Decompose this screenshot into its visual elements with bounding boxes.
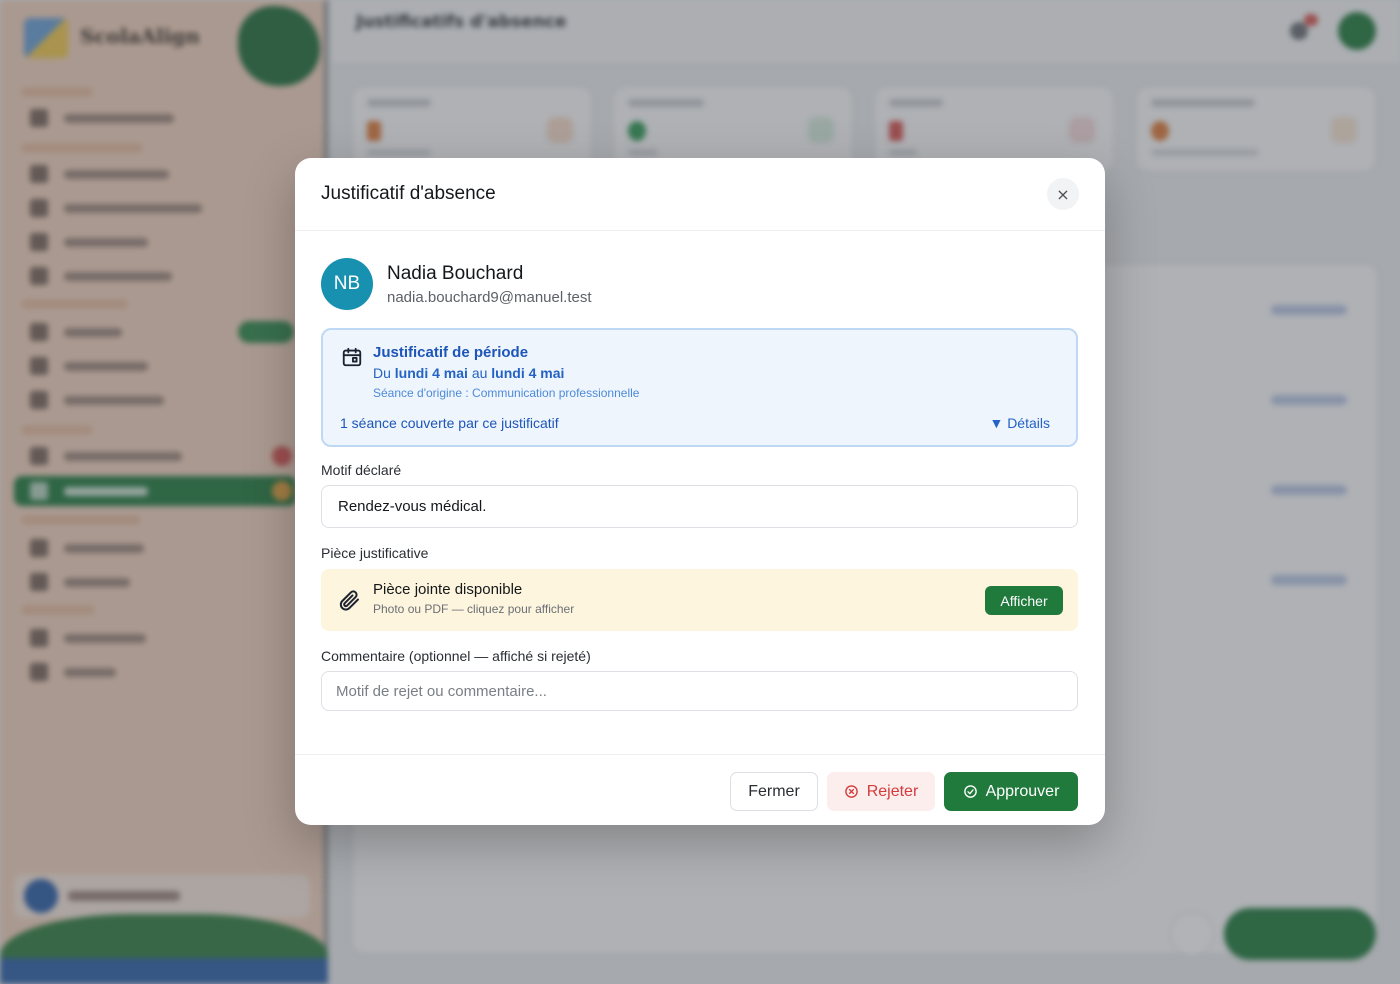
motif-label: Motif déclaré: [321, 462, 402, 478]
close-button-label: Fermer: [748, 782, 800, 800]
details-toggle[interactable]: ▼ Détails: [989, 415, 1050, 431]
sessions-covered: 1 séance couverte par ce justificatif: [340, 415, 559, 431]
calendar-icon: [342, 347, 362, 367]
motif-value: Rendez-vous médical.: [321, 485, 1078, 528]
close-icon[interactable]: ×: [1047, 178, 1079, 210]
paperclip-icon: [339, 590, 359, 611]
range-prefix: Du: [373, 365, 391, 381]
comment-input[interactable]: [321, 671, 1078, 711]
show-attachment-button[interactable]: Afficher: [985, 586, 1063, 615]
approve-button-label: Approuver: [985, 782, 1060, 800]
period-range: Du lundi 4 mai au lundi 4 mai: [373, 365, 564, 381]
attachment-card: Pièce jointe disponible Photo ou PDF — c…: [321, 569, 1078, 631]
period-title: Justificatif de période: [373, 344, 529, 361]
range-middle: au: [471, 365, 488, 381]
reject-icon: [844, 785, 858, 798]
origin-session: Séance d'origine : Communication profess…: [373, 386, 640, 400]
absence-justification-modal: Justificatif d'absence × NB Nadia Boucha…: [295, 158, 1105, 825]
avatar: NB: [321, 258, 373, 310]
range-start: lundi 4 mai: [394, 365, 468, 381]
student-name: Nadia Bouchard: [387, 262, 524, 284]
approve-icon: [963, 785, 977, 798]
modal-header: Justificatif d'absence: [295, 158, 1105, 231]
modal-title: Justificatif d'absence: [321, 183, 496, 204]
modal-footer: Fermer Rejeter Approuver: [295, 754, 1105, 825]
range-end: lundi 4 mai: [491, 365, 565, 381]
student-info: NB Nadia Bouchard nadia.bouchard9@manuel…: [321, 258, 592, 310]
period-card: Justificatif de période Du lundi 4 mai a…: [321, 328, 1078, 447]
approve-button[interactable]: Approuver: [944, 772, 1078, 811]
attachment-title: Pièce jointe disponible: [373, 581, 523, 598]
attachment-subtitle: Photo ou PDF — cliquez pour afficher: [373, 602, 575, 616]
close-button[interactable]: Fermer: [730, 772, 818, 811]
reject-button-label: Rejeter: [866, 782, 919, 800]
student-email: nadia.bouchard9@manuel.test: [387, 288, 592, 306]
reject-button[interactable]: Rejeter: [827, 772, 935, 811]
attachment-label: Pièce justificative: [321, 545, 429, 561]
comment-label: Commentaire (optionnel — affiché si reje…: [321, 648, 591, 664]
